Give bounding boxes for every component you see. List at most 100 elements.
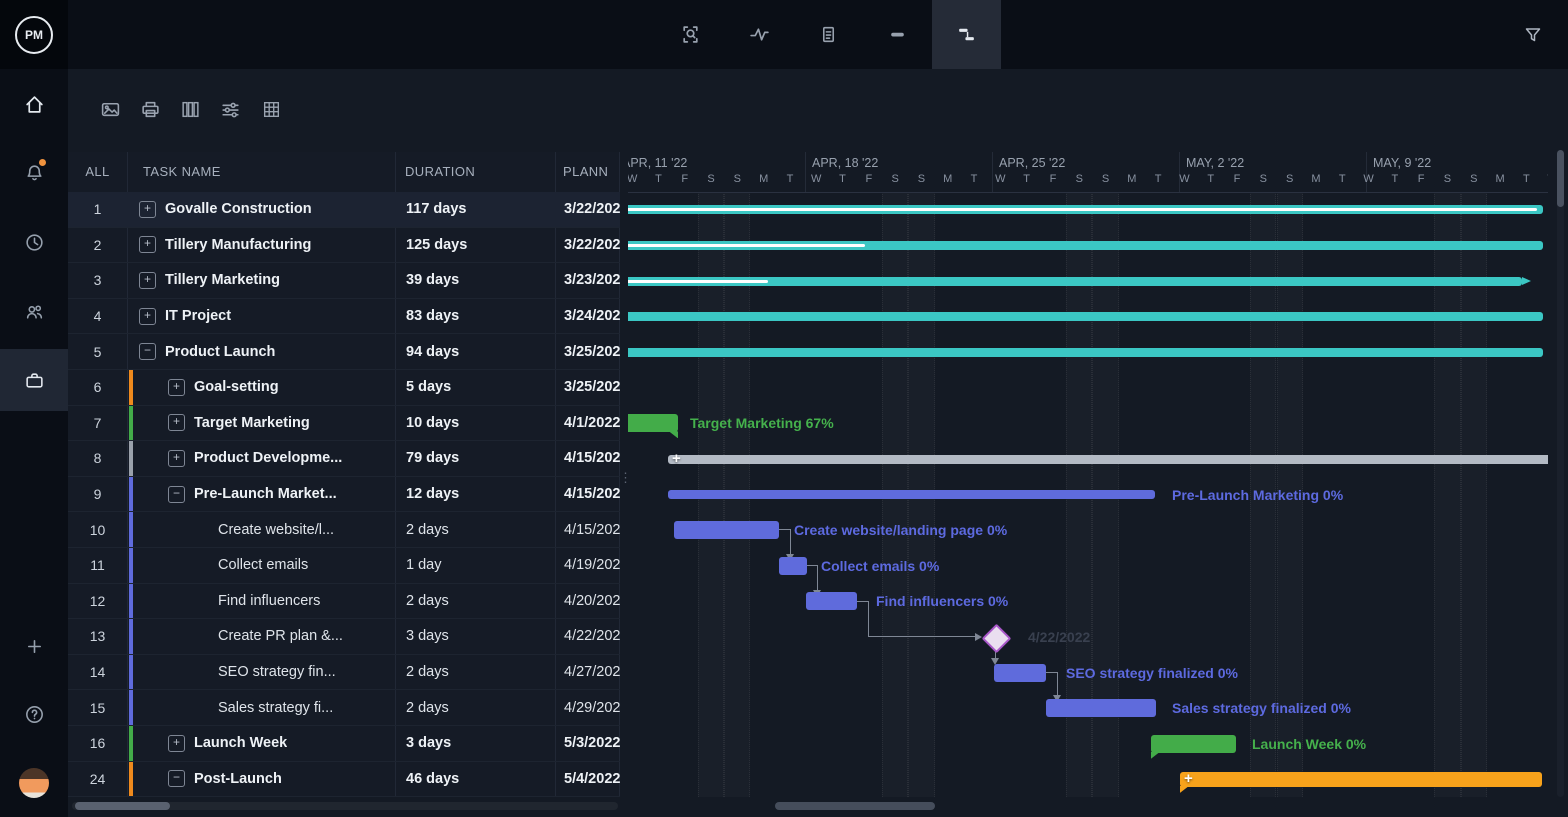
nav-notifications[interactable]: [0, 145, 68, 201]
app-logo[interactable]: PM: [0, 0, 68, 69]
expand-icon[interactable]: +: [139, 272, 156, 289]
gantt-bar[interactable]: [668, 490, 1155, 499]
day-label: F: [1408, 173, 1434, 185]
table-row[interactable]: 6+Goal-setting5 days3/25/2022: [68, 370, 620, 406]
gantt-bar[interactable]: [1046, 699, 1156, 717]
tab-timeline[interactable]: [863, 0, 932, 69]
bar-label: Create website/landing page 0%: [794, 521, 1007, 539]
header-planned[interactable]: PLANN: [563, 152, 608, 192]
gantt-bar[interactable]: [628, 277, 1522, 286]
add-task-marker[interactable]: +: [1184, 771, 1193, 787]
gantt-bar[interactable]: [628, 241, 1543, 250]
table-row[interactable]: 16+Launch Week3 days5/3/2022: [68, 726, 620, 762]
nav-recent[interactable]: [0, 214, 68, 270]
nav-add[interactable]: [0, 618, 68, 674]
table-row[interactable]: 3+Tillery Marketing39 days3/23/2022: [68, 263, 620, 299]
gantt-bar[interactable]: [628, 414, 678, 432]
week-label: APR, 18 '22: [812, 156, 878, 170]
columns-button[interactable]: [172, 91, 208, 127]
vscroll-track[interactable]: [1557, 152, 1564, 797]
help-icon: [24, 704, 45, 725]
expand-icon[interactable]: +: [168, 450, 185, 467]
expand-icon[interactable]: +: [168, 414, 185, 431]
home-icon: [24, 94, 45, 115]
task-name: IT Project: [165, 308, 231, 324]
nav-projects[interactable]: [0, 349, 68, 411]
duration-cell: 12 days: [395, 477, 555, 512]
table-row[interactable]: 10Create website/l...2 days4/15/2022: [68, 512, 620, 548]
bar-tail: [1151, 752, 1160, 759]
day-label: S: [724, 173, 750, 185]
pm-logo-text: PM: [15, 16, 53, 54]
print-button[interactable]: [132, 91, 168, 127]
table-row[interactable]: 2+Tillery Manufacturing125 days3/22/2022: [68, 228, 620, 264]
gantt-bar[interactable]: [1151, 735, 1236, 753]
table-row[interactable]: 7+Target Marketing10 days4/1/2022: [68, 406, 620, 442]
day-label: S: [1250, 173, 1276, 185]
gantt-bar[interactable]: [994, 664, 1046, 682]
milestone-diamond[interactable]: [982, 624, 1012, 654]
header-all[interactable]: ALL: [68, 152, 127, 192]
expand-icon[interactable]: +: [139, 308, 156, 325]
table-row[interactable]: 5−Product Launch94 days3/25/2022: [68, 334, 620, 370]
task-name: Product Developme...: [194, 450, 342, 466]
task-name: Create PR plan &...: [218, 628, 343, 644]
table-header: ALL TASK NAME DURATION PLANN: [68, 152, 620, 193]
planned-start-cell: 5/3/2022: [555, 726, 620, 761]
collapse-icon[interactable]: −: [168, 770, 185, 787]
chart-hscroll-thumb[interactable]: [775, 802, 935, 810]
day-label: S: [882, 173, 908, 185]
header-duration[interactable]: DURATION: [405, 152, 475, 192]
gantt-bar[interactable]: [779, 557, 807, 575]
tab-activity[interactable]: [725, 0, 794, 69]
gantt-bar[interactable]: [1180, 772, 1542, 787]
tab-notes[interactable]: [794, 0, 863, 69]
gantt-bar[interactable]: [806, 592, 857, 610]
day-label: S: [1092, 173, 1118, 185]
row-number: 11: [68, 548, 127, 583]
settings-button[interactable]: [212, 91, 248, 127]
table-row[interactable]: 15Sales strategy fi...2 days4/29/2022: [68, 690, 620, 726]
table-row[interactable]: 9−Pre-Launch Market...12 days4/15/2022: [68, 477, 620, 513]
day-label: T: [1145, 173, 1171, 185]
gantt-bar[interactable]: [628, 205, 1543, 214]
table-row[interactable]: 11Collect emails1 day4/19/2022: [68, 548, 620, 584]
header-task-name[interactable]: TASK NAME: [143, 152, 221, 192]
table-row[interactable]: 13Create PR plan &...3 days4/22/2022: [68, 619, 620, 655]
expand-icon[interactable]: +: [168, 735, 185, 752]
gantt-bar[interactable]: [674, 521, 779, 539]
expand-icon[interactable]: +: [139, 236, 156, 253]
task-name: Find influencers: [218, 593, 320, 609]
expand-icon[interactable]: +: [139, 201, 156, 218]
table-row[interactable]: 8+Product Developme...79 days4/15/2022: [68, 441, 620, 477]
nav-help[interactable]: [0, 686, 68, 742]
table-row[interactable]: 24−Post-Launch46 days5/4/2022: [68, 762, 620, 797]
vscroll-thumb[interactable]: [1557, 150, 1564, 207]
collapse-icon[interactable]: −: [139, 343, 156, 360]
tab-zoom-search[interactable]: [656, 0, 725, 69]
nav-profile[interactable]: [0, 755, 68, 811]
table-row[interactable]: 4+IT Project83 days3/24/2022: [68, 299, 620, 335]
row-number: 1: [68, 192, 127, 227]
task-name-cell: +Goal-setting: [127, 370, 395, 405]
snapshot-button[interactable]: [92, 91, 128, 127]
tab-gantt[interactable]: [932, 0, 1001, 69]
gantt-bar[interactable]: [628, 348, 1543, 357]
table-row[interactable]: 12Find influencers2 days4/20/2022: [68, 584, 620, 620]
clock-icon: [24, 232, 45, 253]
table-row[interactable]: 1+Govalle Construction117 days3/22/2022: [68, 192, 620, 228]
nav-team[interactable]: [0, 283, 68, 339]
gantt-bar[interactable]: [628, 312, 1543, 321]
nav-home[interactable]: [0, 76, 68, 132]
gantt-bar[interactable]: [668, 455, 1548, 464]
table-chart-splitter[interactable]: ⋮⋮: [620, 152, 628, 797]
table-row[interactable]: 14SEO strategy fin...2 days4/27/2022: [68, 655, 620, 691]
bar-arrow-end: [1522, 277, 1531, 285]
add-task-marker[interactable]: +: [672, 451, 681, 467]
expand-icon[interactable]: +: [168, 379, 185, 396]
filter-button[interactable]: [1512, 0, 1554, 69]
table-hscroll-thumb[interactable]: [75, 802, 170, 810]
collapse-icon[interactable]: −: [168, 486, 185, 503]
day-label: T: [1382, 173, 1408, 185]
grid-button[interactable]: [253, 91, 289, 127]
